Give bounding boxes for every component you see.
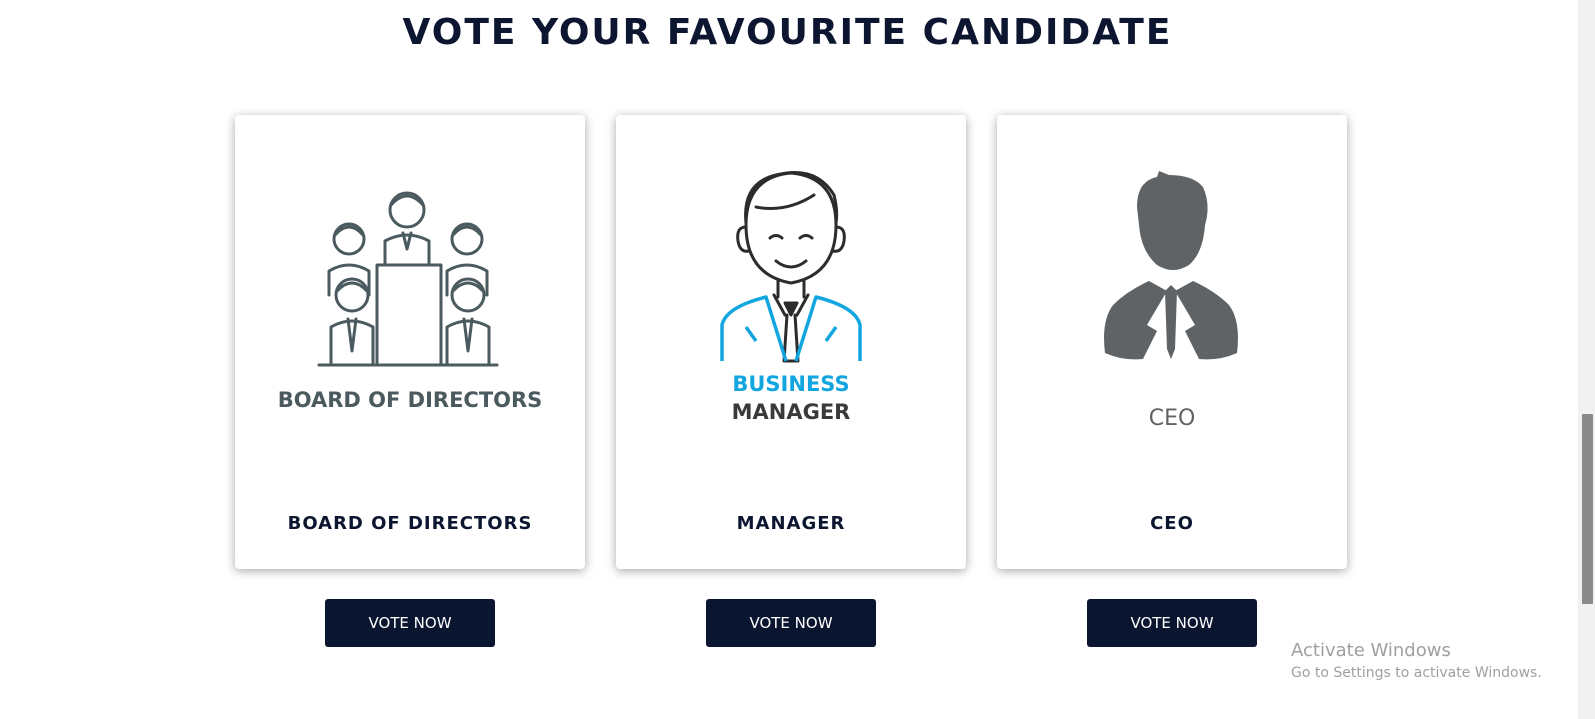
vote-now-button-board-of-directors[interactable]: VOTE NOW — [325, 599, 495, 647]
watermark-subtitle: Go to Settings to activate Windows. — [1291, 665, 1542, 681]
ceo-silhouette-icon: CEO — [1104, 171, 1238, 431]
vertical-scrollbar[interactable] — [1578, 0, 1595, 719]
board-of-directors-icon: BOARD OF DIRECTORS — [278, 191, 543, 412]
vote-now-button-ceo[interactable]: VOTE NOW — [1087, 599, 1257, 647]
candidate-name-board-of-directors: BOARD OF DIRECTORS — [287, 513, 533, 534]
page-title: VOTE YOUR FAVOURITE CANDIDATE — [402, 12, 1173, 53]
watermark-title: Activate Windows — [1291, 640, 1451, 661]
vote-now-button-manager[interactable]: VOTE NOW — [706, 599, 876, 647]
board-image-label: BOARD OF DIRECTORS — [278, 388, 543, 412]
candidate-card-board-of-directors: BOARD OF DIRECTORS BOARD OF DIRECTORS — [235, 115, 585, 569]
candidate-name-manager: MANAGER — [736, 513, 846, 534]
candidate-image-board-of-directors: BOARD OF DIRECTORS — [235, 115, 585, 500]
windows-activation-watermark: Activate Windows Go to Settings to activ… — [1291, 640, 1542, 681]
scrollbar-thumb[interactable] — [1582, 414, 1593, 604]
manager-image-label-2: MANAGER — [732, 400, 851, 424]
voting-page: VOTE YOUR FAVOURITE CANDIDATE BOARD OF D… — [0, 0, 1595, 719]
candidate-card-manager: BUSINESS MANAGER MANAGER — [616, 115, 966, 569]
candidate-image-manager: BUSINESS MANAGER — [616, 115, 966, 500]
candidate-card-ceo: CEO CEO — [997, 115, 1347, 569]
candidate-name-ceo: CEO — [1150, 513, 1194, 534]
ceo-image-label: CEO — [1149, 406, 1196, 431]
business-manager-icon: BUSINESS MANAGER — [720, 171, 862, 424]
candidate-image-ceo: CEO — [997, 115, 1347, 500]
manager-image-label-1: BUSINESS — [732, 372, 849, 396]
